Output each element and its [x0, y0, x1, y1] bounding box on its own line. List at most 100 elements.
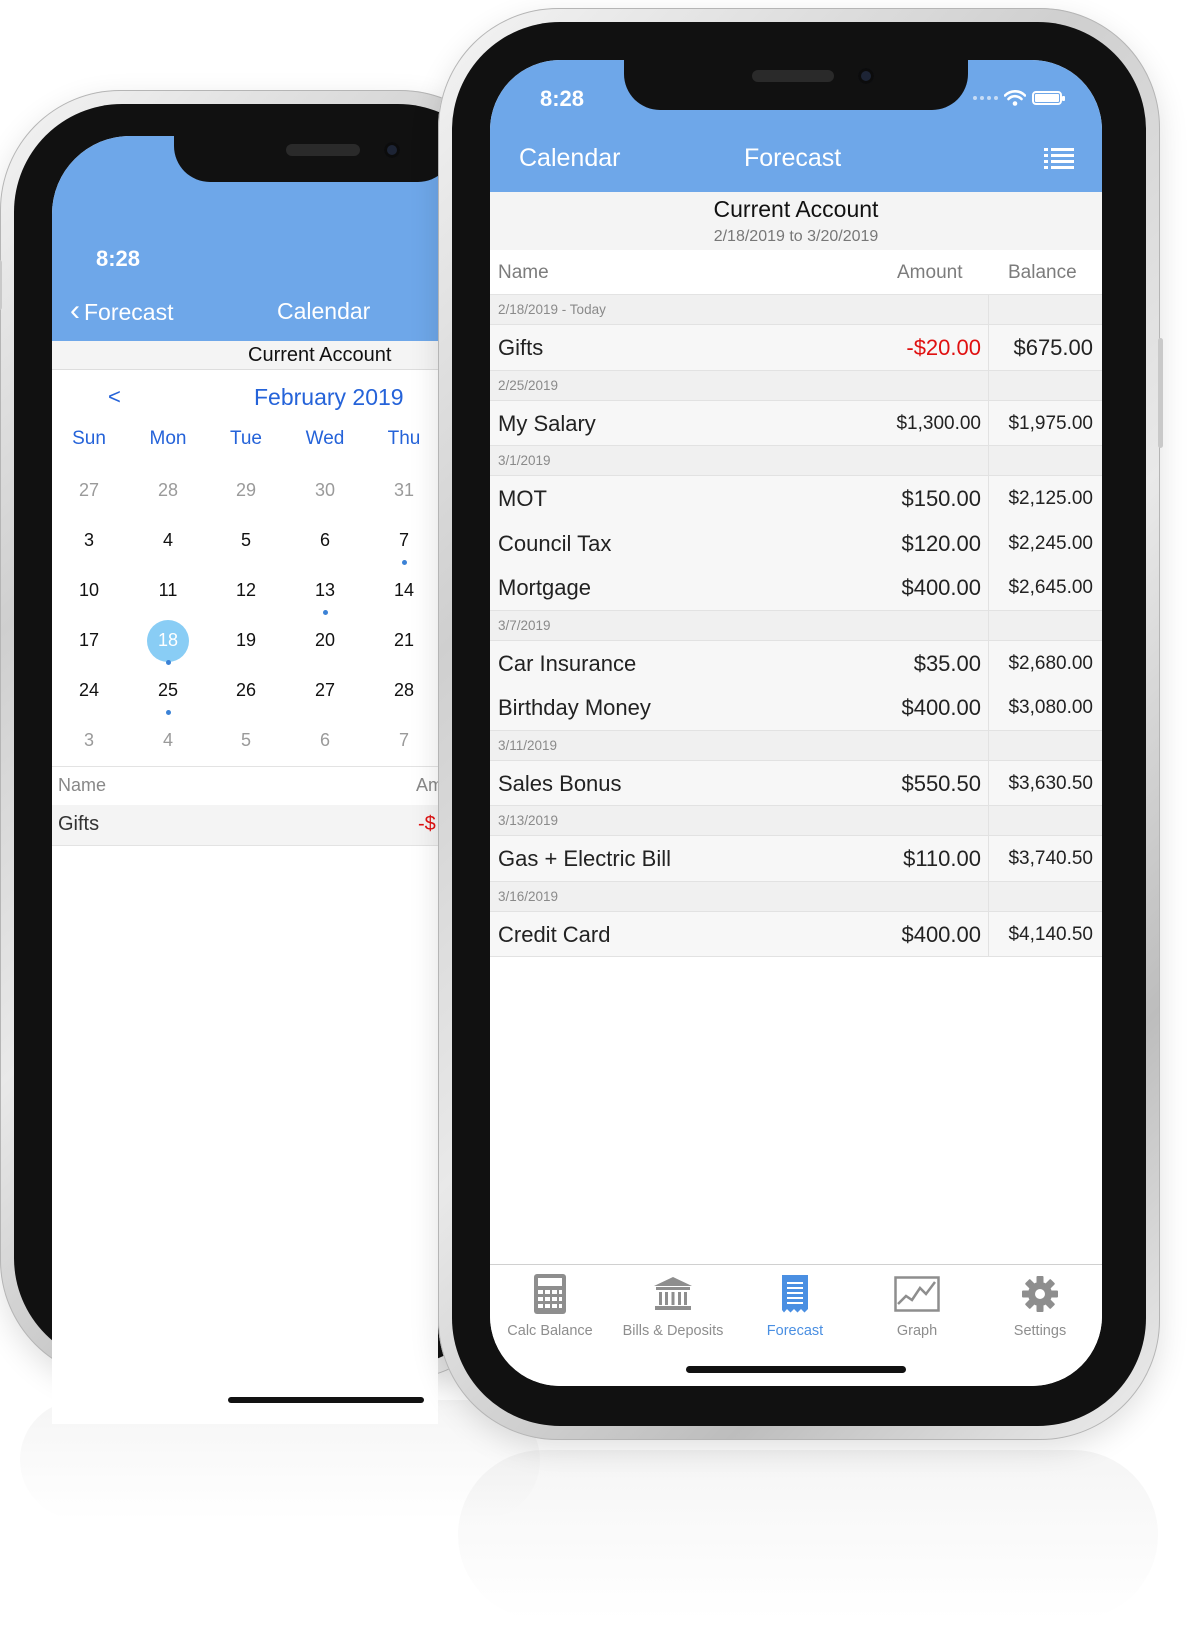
- transaction-name: Gifts: [498, 335, 544, 360]
- speaker: [752, 70, 834, 82]
- home-indicator: [228, 1397, 424, 1403]
- section-date: 2/25/2019: [498, 377, 559, 393]
- calendar-day[interactable]: 28: [138, 480, 198, 501]
- transaction-amount: $110.00: [903, 846, 981, 871]
- calendar-day[interactable]: 11: [138, 580, 198, 601]
- transaction-row[interactable]: Car Insurance $35.00 $2,680.00: [490, 640, 1102, 685]
- section-date: 3/11/2019: [498, 737, 558, 753]
- calendar-day[interactable]: 27: [295, 680, 355, 701]
- month-title: February 2019: [254, 384, 404, 410]
- weekday-label: Sun: [72, 428, 106, 449]
- calendar-day[interactable]: 25: [138, 680, 198, 701]
- calendar-day[interactable]: 28: [374, 680, 434, 701]
- calendar-week: 3 4 5 6 7: [52, 516, 438, 566]
- calendar-week: 24 25 26 27 28: [52, 666, 438, 716]
- transaction-row[interactable]: Mortgage $400.00 $2,645.00: [490, 565, 1102, 611]
- forecast-phone: 8:28 Calendar Forecast Current Account 2…: [438, 8, 1163, 1440]
- weekday-label: Thu: [387, 428, 421, 449]
- event-dot: [402, 560, 407, 565]
- running-balance: $2,125.00: [1008, 488, 1093, 509]
- calendar-day[interactable]: 20: [295, 630, 355, 651]
- tab-calc-balance[interactable]: Calc Balance: [490, 1273, 611, 1339]
- speaker: [286, 144, 360, 156]
- tab-label: Forecast: [766, 1323, 824, 1339]
- weekday-label: Wed: [305, 428, 345, 449]
- calendar-day[interactable]: 4: [138, 530, 198, 551]
- account-header: Current Account: [52, 341, 438, 370]
- running-balance: $4,140.50: [1008, 923, 1093, 945]
- calendar-day[interactable]: 5: [216, 730, 276, 751]
- weekday-label: Tue: [229, 428, 263, 449]
- running-balance: $3,740.50: [1008, 848, 1093, 869]
- transaction-row[interactable]: Gas + Electric Bill $110.00 $3,740.50: [490, 836, 1102, 882]
- transaction-amount: $120.00: [901, 530, 981, 556]
- calendar-day[interactable]: 7: [374, 730, 434, 751]
- tab-settings[interactable]: Settings: [979, 1273, 1101, 1339]
- calendar-day[interactable]: 27: [59, 480, 119, 501]
- transaction-row[interactable]: Sales Bonus $550.50 $3,630.50: [490, 760, 1102, 806]
- calendar-day[interactable]: 5: [216, 530, 276, 551]
- calendar-day[interactable]: 24: [59, 680, 119, 701]
- calendar-day[interactable]: 3: [59, 730, 119, 751]
- transaction-amount: -$: [418, 813, 436, 835]
- running-balance: $1,975.00: [1008, 412, 1093, 434]
- page-title: Forecast: [744, 144, 842, 172]
- calendar-day[interactable]: 13: [295, 580, 355, 601]
- calendar-day[interactable]: 14: [374, 580, 434, 601]
- calendar-day[interactable]: 26: [216, 680, 276, 701]
- calendar-day[interactable]: 4: [138, 730, 198, 751]
- transaction-row[interactable]: MOT $150.00 $2,125.00: [490, 476, 1102, 521]
- transaction-row[interactable]: Gifts -$20.00 $675.00: [490, 325, 1102, 371]
- calendar-day[interactable]: 17: [59, 630, 119, 651]
- page-title: Calendar: [277, 298, 371, 324]
- calendar-day[interactable]: 19: [216, 630, 276, 651]
- calendar-day[interactable]: 29: [216, 480, 276, 501]
- transaction-row[interactable]: Credit Card $400.00 $4,140.50: [490, 911, 1102, 957]
- calendar-week: 27 28 29 30 31: [52, 466, 438, 516]
- list-icon[interactable]: [1044, 148, 1074, 170]
- calendar-day[interactable]: 31: [374, 480, 434, 501]
- balance-column-header: Balance: [1008, 262, 1077, 283]
- previous-month-button[interactable]: <: [108, 384, 121, 410]
- forecast-list: 2/18/2019 - Today Gifts -$20.00 $675.00 …: [490, 295, 1102, 957]
- back-label: Forecast: [84, 298, 174, 325]
- weekday-label: Mon: [149, 428, 187, 449]
- section-date: 3/13/2019: [498, 813, 559, 828]
- section-date: 2/18/2019 - Today: [498, 302, 606, 317]
- transaction-row[interactable]: My Salary $1,300.00 $1,975.00: [490, 400, 1102, 446]
- account-name: Current Account: [248, 344, 392, 366]
- notch: [624, 60, 968, 110]
- running-balance: $675.00: [1013, 335, 1093, 360]
- receipt-icon: [782, 1275, 808, 1313]
- tab-forecast[interactable]: Forecast: [734, 1273, 856, 1339]
- transaction-name: Car Insurance: [498, 650, 637, 676]
- back-button[interactable]: ‹ Forecast: [70, 296, 174, 326]
- transaction-amount: $400.00: [901, 921, 981, 947]
- selected-calendar-day[interactable]: 18: [138, 630, 198, 651]
- name-column-header: Name: [58, 775, 107, 795]
- transaction-row[interactable]: Council Tax $120.00 $2,245.00: [490, 520, 1102, 565]
- calendar-day[interactable]: 30: [295, 480, 355, 501]
- date-section-header: 3/11/2019: [490, 730, 1102, 761]
- tab-label: Calc Balance: [507, 1323, 593, 1339]
- account-name: Current Account: [713, 196, 879, 222]
- transaction-row[interactable]: Birthday Money $400.00 $3,080.00: [490, 685, 1102, 731]
- front-phone-reflection: [458, 1450, 1158, 1620]
- calendar-day[interactable]: 6: [295, 530, 355, 551]
- calendar-day[interactable]: 3: [59, 530, 119, 551]
- signal-icon: [973, 96, 998, 100]
- calendar-day[interactable]: 7: [374, 530, 434, 551]
- transaction-amount: $150.00: [901, 486, 981, 511]
- calendar-day[interactable]: 10: [59, 580, 119, 601]
- calendar-week: 3 4 5 6 7: [52, 716, 438, 766]
- name-column-header: Name: [498, 262, 549, 283]
- transaction-row[interactable]: Gifts -$: [52, 805, 438, 846]
- calendar-day[interactable]: 12: [216, 580, 276, 601]
- tab-bills-deposits[interactable]: Bills & Deposits: [612, 1273, 734, 1339]
- transaction-amount: -$20.00: [906, 335, 981, 360]
- transaction-name: Gifts: [58, 813, 100, 835]
- calendar-day[interactable]: 6: [295, 730, 355, 751]
- calendar-nav-button[interactable]: Calendar: [519, 144, 620, 173]
- calendar-day[interactable]: 21: [374, 630, 434, 651]
- tab-graph[interactable]: Graph: [856, 1273, 978, 1339]
